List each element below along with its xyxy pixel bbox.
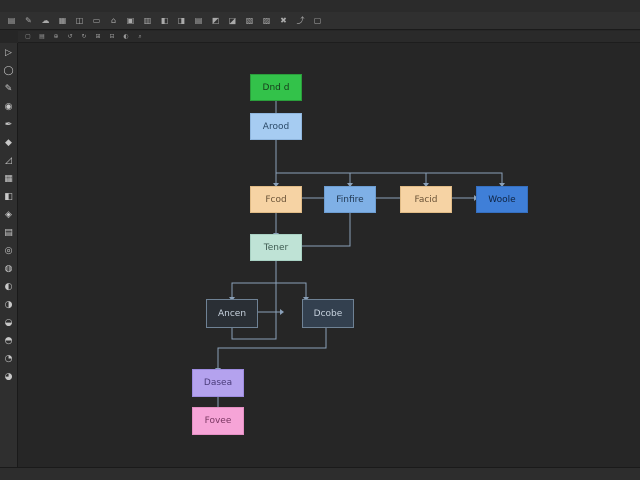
toolbar-icon-2[interactable]: ☁ xyxy=(40,16,51,25)
toolbar-icon-10[interactable]: ◨ xyxy=(176,16,187,25)
tool-icon-14[interactable]: ◑ xyxy=(3,299,15,311)
tool-icon-15[interactable]: ◒ xyxy=(3,317,15,329)
subbar-icon-8[interactable]: ⌕ xyxy=(136,33,144,41)
toolbar-icon-7[interactable]: ▣ xyxy=(125,16,136,25)
toolbar-icon-3[interactable]: ▦ xyxy=(57,16,68,25)
status-bar xyxy=(0,467,640,480)
tool-icon-3[interactable]: ◉ xyxy=(3,101,15,113)
connector-dark-purple xyxy=(217,327,327,368)
subbar-icon-2[interactable]: ⊕ xyxy=(52,33,60,41)
tool-icon-4[interactable]: ✒ xyxy=(3,119,15,131)
toolbar-icon-14[interactable]: ▧ xyxy=(244,16,255,25)
tool-icon-0[interactable]: ▷ xyxy=(3,47,15,59)
main-toolbar: ▤ ✎ ☁ ▦ ◫ ▭ ⌂ ▣ ▥ ◧ ◨ ▤ ◩ ◪ ▧ ▨ ✖ ⤴ ▢ xyxy=(0,12,640,30)
connector-row3b-mid xyxy=(302,213,351,247)
node-mid[interactable]: Tener xyxy=(250,234,302,261)
node-right-dark[interactable]: Dcobe xyxy=(302,299,354,328)
toolbar-icon-8[interactable]: ▥ xyxy=(142,16,153,25)
subbar-icon-0[interactable]: ▢ xyxy=(24,33,32,41)
connector-mid-right xyxy=(276,282,307,297)
tool-icon-8[interactable]: ◧ xyxy=(3,191,15,203)
toolbar-icon-12[interactable]: ◩ xyxy=(210,16,221,25)
tool-icon-16[interactable]: ◓ xyxy=(3,335,15,347)
status-right xyxy=(616,470,634,478)
node-row3-d[interactable]: Woole xyxy=(476,186,528,213)
subbar-icon-5[interactable]: ⊞ xyxy=(94,33,102,41)
tool-icon-5[interactable]: ◆ xyxy=(3,137,15,149)
toolbar-icon-11[interactable]: ▤ xyxy=(193,16,204,25)
toolbar-icon-0[interactable]: ▤ xyxy=(6,16,17,25)
subbar-icon-1[interactable]: ▤ xyxy=(38,33,46,41)
toolbar-icon-4[interactable]: ◫ xyxy=(74,16,85,25)
toolbar-icon-6[interactable]: ⌂ xyxy=(108,16,119,25)
subbar-icon-4[interactable]: ↻ xyxy=(80,33,88,41)
tool-icon-1[interactable]: ◯ xyxy=(3,65,15,77)
toolbar-icon-16[interactable]: ✖ xyxy=(278,16,289,25)
tool-icon-9[interactable]: ◈ xyxy=(3,209,15,221)
toolbar-icon-9[interactable]: ◧ xyxy=(159,16,170,25)
subbar-icon-7[interactable]: ◐ xyxy=(122,33,130,41)
node-row3-b[interactable]: Finfire xyxy=(324,186,376,213)
tool-icon-13[interactable]: ◐ xyxy=(3,281,15,293)
tool-icon-17[interactable]: ◔ xyxy=(3,353,15,365)
node-left-dark[interactable]: Ancen xyxy=(206,299,258,328)
toolbar-icon-15[interactable]: ▨ xyxy=(261,16,272,25)
secondary-toolbar: ▢ ▤ ⊕ ↺ ↻ ⊞ ⊟ ◐ ⌕ xyxy=(18,31,640,43)
node-start[interactable]: Dnd d xyxy=(250,74,302,101)
tool-palette: ▷ ◯ ✎ ◉ ✒ ◆ ◿ ▦ ◧ ◈ ▤ ◎ ◍ ◐ ◑ ◒ ◓ ◔ ◕ xyxy=(0,43,18,467)
subbar-icon-6[interactable]: ⊟ xyxy=(108,33,116,41)
toolbar-icon-13[interactable]: ◪ xyxy=(227,16,238,25)
node-row3-a[interactable]: Fcod xyxy=(250,186,302,213)
tool-icon-10[interactable]: ▤ xyxy=(3,227,15,239)
toolbar-icon-5[interactable]: ▭ xyxy=(91,16,102,25)
tool-icon-2[interactable]: ✎ xyxy=(3,83,15,95)
tool-icon-11[interactable]: ◎ xyxy=(3,245,15,257)
connector-branch-top xyxy=(276,172,503,183)
tool-icon-6[interactable]: ◿ xyxy=(3,155,15,167)
node-second[interactable]: Arood xyxy=(250,113,302,140)
connector-mid-left xyxy=(231,260,277,297)
tool-icon-7[interactable]: ▦ xyxy=(3,173,15,185)
toolbar-icon-1[interactable]: ✎ xyxy=(23,16,34,25)
connector-layer xyxy=(215,101,505,411)
toolbar-icon-17[interactable]: ⤴ xyxy=(295,16,306,25)
subbar-icon-3[interactable]: ↺ xyxy=(66,33,74,41)
node-row3-c[interactable]: Facid xyxy=(400,186,452,213)
toolbar-icon-18[interactable]: ▢ xyxy=(312,16,323,25)
tool-icon-18[interactable]: ◕ xyxy=(3,371,15,383)
node-purple[interactable]: Dasea xyxy=(192,369,244,397)
diagram-canvas[interactable]: Dnd d Arood Fcod Finfire Facid Woole Ten… xyxy=(18,43,640,467)
tool-icon-12[interactable]: ◍ xyxy=(3,263,15,275)
node-pink[interactable]: Fovee xyxy=(192,407,244,435)
